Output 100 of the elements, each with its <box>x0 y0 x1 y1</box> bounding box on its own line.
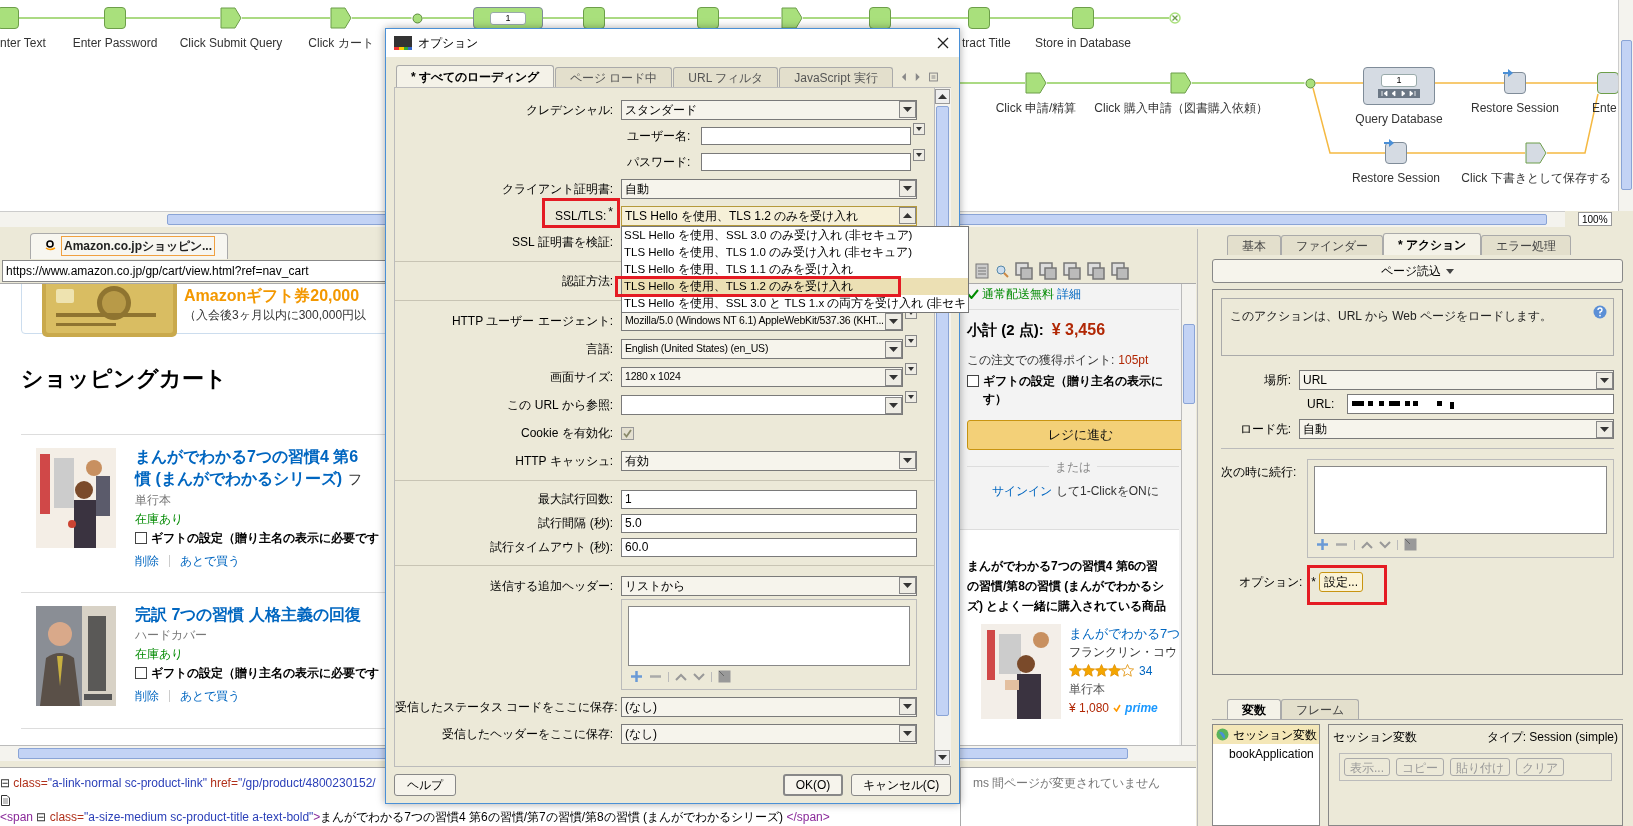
dialog-tab[interactable]: URL フィルタ <box>673 67 779 87</box>
vertical-scrollbar[interactable] <box>1618 0 1633 211</box>
star-icon <box>1108 664 1121 678</box>
format-label: 単行本 <box>135 491 172 509</box>
combo-box[interactable]: 1280 x 1024 <box>621 367 903 387</box>
product-link[interactable]: まんがでわかる7つ <box>1069 623 1181 643</box>
zoom-level[interactable]: 100% <box>1578 212 1612 226</box>
dropdown[interactable]: スタンダード <box>621 99 917 120</box>
details-link[interactable]: 詳細 <box>1057 284 1081 303</box>
tree-item[interactable]: bookApplication <box>1213 744 1319 763</box>
dropdown-option[interactable]: TLS Hello を使用、SSL 3.0 と TLS 1.x の両方を受け入れ (非セキ <box>622 295 969 312</box>
checkout-button[interactable]: レジに進む <box>967 419 1181 450</box>
product-link[interactable]: 完訳 7つの習慣 人格主義の回復 <box>135 603 379 625</box>
dropdown[interactable]: リストから <box>621 575 917 596</box>
panel-tab[interactable]: エラー処理 <box>1481 235 1571 255</box>
checkbox[interactable] <box>135 531 147 544</box>
dropdown[interactable]: (なし) <box>621 723 917 744</box>
dialog-button[interactable]: ヘルプ <box>394 774 456 796</box>
dropdown[interactable]: 有効 <box>621 450 917 471</box>
save-later-link[interactable]: あとで買う <box>180 551 240 570</box>
delete-icon <box>1063 261 1081 280</box>
node-label: Click 申請/精算 <box>995 100 1077 117</box>
document-icon <box>975 262 989 279</box>
field-label: ロード先: <box>1238 421 1292 438</box>
scrollbar-thumb[interactable] <box>1183 323 1195 404</box>
dialog-tab[interactable]: JavaScript 実行 <box>779 67 893 87</box>
delete-link[interactable]: 削除 <box>135 551 159 570</box>
up-icon <box>1361 540 1373 549</box>
dropdown[interactable]: TLS Hello を使用、TLS 1.2 のみを受け入れ <box>621 205 917 226</box>
url-field[interactable] <box>1347 394 1614 414</box>
combo-box[interactable]: Mozilla/5.0 (Windows NT 6.1) AppleWebKit/537.36 (KHT... <box>621 311 903 331</box>
promo-note: （入会後3ヶ月以内に300,000円以 <box>184 306 367 324</box>
product-link[interactable]: まんがでわかる7つの習慣4 第6 <box>135 445 379 467</box>
text-field[interactable] <box>701 153 911 171</box>
expand-toggle[interactable]: ⊟ <box>36 808 47 826</box>
zoom-icon <box>1111 261 1129 280</box>
subtotal-price: ¥ 3,456 <box>1051 319 1106 340</box>
modified-mark: * <box>1311 574 1316 591</box>
dropdown-option[interactable]: TLS Hello を使用、TLS 1.0 のみ受け入れ (非セキュア) <box>622 244 969 261</box>
node-label: Click カート <box>308 35 374 52</box>
loop-controls-icon <box>1378 89 1420 98</box>
delete-link[interactable]: 削除 <box>135 686 159 705</box>
combo-box[interactable]: English (United States) (en_US) <box>621 339 903 359</box>
combo-box[interactable] <box>621 395 903 415</box>
text-field[interactable]: 5.0 <box>621 513 917 533</box>
panel-tab[interactable]: フレーム <box>1281 699 1359 719</box>
dropdown[interactable]: (なし) <box>621 696 917 717</box>
product-link[interactable]: 慣 (まんがでわかるシリーズ) <box>135 467 343 489</box>
checkbox[interactable] <box>967 374 979 387</box>
panel-tab[interactable]: 変数 <box>1227 699 1281 719</box>
load-target-dropdown[interactable]: 自動 <box>1299 419 1614 439</box>
checkbox[interactable] <box>621 426 634 440</box>
up-icon <box>675 672 687 681</box>
browser-tab[interactable]: Amazon.co.jpショッピン... <box>30 232 228 259</box>
field-label: 試行間隔 (秒): <box>537 515 614 532</box>
app-logo-icon <box>394 36 412 50</box>
field-label: オプション: <box>1239 574 1303 591</box>
node-label: Query Database <box>1355 111 1443 128</box>
status-message: ms 間ページが変更されていません <box>973 776 1161 790</box>
source-code: class= <box>12 775 48 793</box>
scroll-down-icon <box>935 750 950 765</box>
dropdown-option[interactable]: TLS Hello を使用、TLS 1.1 のみを受け入れ <box>622 261 969 278</box>
dropdown[interactable]: 自動 <box>621 178 917 199</box>
panel-tab[interactable]: ファインダー <box>1281 235 1383 255</box>
save-later-link[interactable]: あとで買う <box>180 686 240 705</box>
type-label: タイプ: Session (simple) <box>1486 729 1618 746</box>
window-title: オプション <box>418 35 478 52</box>
signin-link[interactable]: サインイン <box>992 481 1052 500</box>
node-label: Store in Database <box>1034 35 1132 52</box>
format-label: ハードカバー <box>135 626 208 644</box>
dialog-button[interactable]: キャンセル(C) <box>851 774 951 796</box>
panel-tab[interactable]: * アクション <box>1383 233 1481 255</box>
copy-icon <box>1015 261 1033 280</box>
scrollbar-thumb[interactable] <box>1621 40 1632 190</box>
expand-toggle[interactable]: ⊟ <box>0 774 10 793</box>
points-value: 105pt <box>1118 351 1149 369</box>
text-field[interactable] <box>701 127 911 145</box>
location-dropdown[interactable]: URL <box>1299 370 1614 390</box>
checkbox[interactable] <box>135 666 147 679</box>
list-box[interactable] <box>628 606 910 666</box>
text-field[interactable]: 1 <box>621 489 917 509</box>
settings-button[interactable]: 設定... <box>1319 572 1364 592</box>
rating-count[interactable]: 34 <box>1139 661 1153 680</box>
panel-tab[interactable]: 基本 <box>1227 235 1281 255</box>
list-box[interactable] <box>1314 466 1607 534</box>
dialog-tab[interactable]: ページ ロード中 <box>555 67 673 87</box>
source-code: <span <box>0 809 35 826</box>
connector-line <box>542 17 584 19</box>
checkmark-icon <box>623 428 632 438</box>
search-icon <box>995 263 1009 278</box>
tree-item[interactable]: セッション変数 <box>1213 725 1319 744</box>
dialog-button[interactable]: OK(O) <box>783 774 843 796</box>
page-load-button[interactable]: ページ読込 <box>1212 259 1623 283</box>
dropdown-option[interactable]: SSL Hello を使用、SSL 3.0 のみ受け入れ (非セキュア) <box>622 227 969 244</box>
field-label: 最大試行回数: <box>536 491 614 508</box>
text-field[interactable]: 60.0 <box>621 537 917 557</box>
vertical-scrollbar[interactable] <box>1181 283 1196 745</box>
connector-line <box>1434 82 1505 84</box>
dialog-tab[interactable]: * すべてのローディング <box>396 65 554 87</box>
connector-line <box>351 17 413 19</box>
